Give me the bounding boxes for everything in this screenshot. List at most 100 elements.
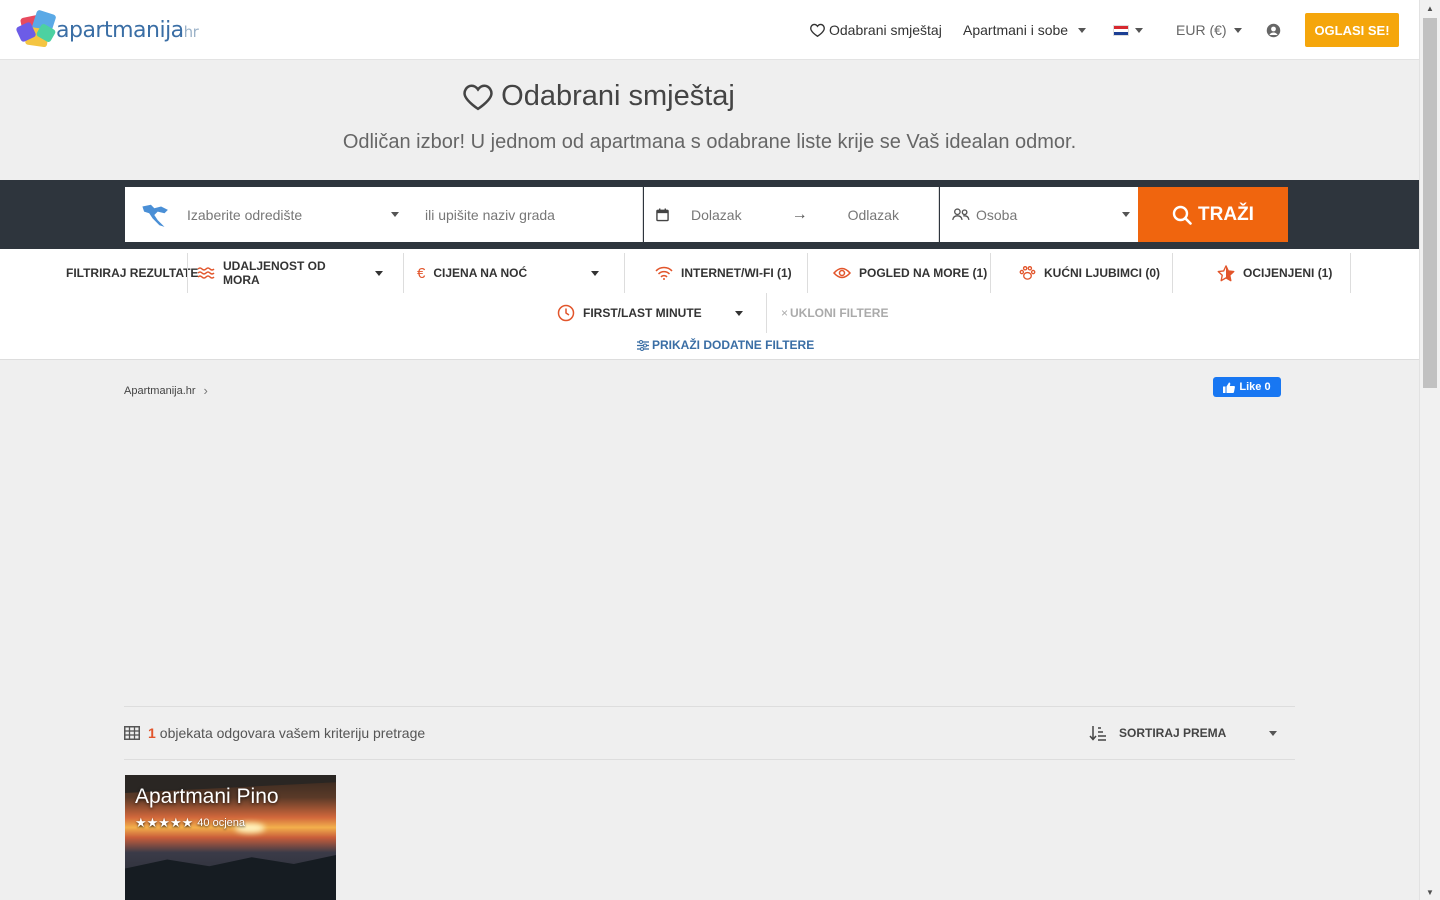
destination-search: Izaberite odredište ili upišite naziv gr… <box>125 187 643 242</box>
destination-select[interactable]: Izaberite odredište <box>187 207 387 223</box>
page-subtitle: Odličan izbor! U jednom od apartmana s o… <box>342 131 1077 153</box>
arrow-right-icon: → <box>791 205 808 223</box>
divider <box>124 706 1295 707</box>
sort-icon <box>1089 726 1106 741</box>
search-button[interactable]: TRAŽI <box>1138 187 1288 242</box>
sort-label: SORTIRAJ PREMA <box>1119 726 1227 740</box>
nav-favorites-label: Odabrani smještaj <box>829 22 942 38</box>
thumbs-up-icon <box>1223 382 1236 393</box>
divider <box>124 759 1295 760</box>
people-icon <box>952 208 970 221</box>
remove-filters-label: UKLONI FILTERE <box>790 306 889 320</box>
language-dropdown[interactable] <box>1113 0 1143 60</box>
scroll-up-icon[interactable]: ▲ <box>1420 0 1440 16</box>
results-count: 1 <box>148 725 156 741</box>
filter-internet-label: INTERNET/WI-FI (1) <box>681 266 792 280</box>
heart-icon <box>810 23 825 37</box>
wifi-icon <box>655 266 673 280</box>
arrival-date-input[interactable]: Dolazak <box>691 207 742 223</box>
departure-date-input[interactable]: Odlazak <box>848 207 899 223</box>
listing-card[interactable]: Apartmani Pino ★★★★★ 40 ocjena <box>125 775 336 900</box>
vertical-scrollbar[interactable]: ▲ ▼ <box>1419 0 1440 900</box>
chevron-down-icon <box>375 270 383 276</box>
filter-distance-label: UDALJENOST OD MORA <box>223 259 326 287</box>
user-account-button[interactable] <box>1266 0 1281 60</box>
logo-text: apartmanijahr <box>56 17 199 43</box>
filter-lastminute-dropdown[interactable]: FIRST/LAST MINUTE <box>557 293 743 333</box>
listing-name: Apartmani Pino <box>135 785 279 808</box>
chevron-down-icon <box>591 270 600 276</box>
filter-pets-label: KUĆNI LJUBIMCI (0) <box>1044 266 1160 280</box>
facebook-like-button[interactable]: Like 0 <box>1213 377 1281 397</box>
logo-mark-icon <box>15 9 60 50</box>
scrollbar-thumb[interactable] <box>1423 18 1437 388</box>
filter-rated[interactable]: OCIJENJENI (1) <box>1217 253 1332 293</box>
advertise-button[interactable]: OGLASI SE! <box>1305 13 1399 47</box>
chevron-down-icon <box>1135 27 1143 33</box>
star-icon <box>1217 264 1235 282</box>
listing-reviews: 40 ocjena <box>197 817 245 829</box>
nav-apartments-dropdown[interactable]: Apartmani i sobe <box>963 0 1087 60</box>
filter-internet[interactable]: INTERNET/WI-FI (1) <box>655 253 792 293</box>
eye-icon <box>833 267 851 279</box>
remove-filters-button[interactable]: × UKLONI FILTERE <box>781 293 888 333</box>
page-title: Odabrani smještaj <box>0 80 1198 113</box>
filter-seaview-label: POGLED NA MORE (1) <box>859 266 988 280</box>
persons-placeholder: Osoba <box>976 206 1018 223</box>
filter-bar: FILTRIRAJ REZULTATE UDALJENOST OD MORA €… <box>0 249 1419 360</box>
chevron-down-icon <box>1078 27 1087 33</box>
search-button-label: TRAŽI <box>1198 203 1254 225</box>
breadcrumb: Apartmanija.hr › <box>124 383 208 398</box>
search-icon <box>1172 205 1192 225</box>
breadcrumb-home-link[interactable]: Apartmanija.hr <box>124 385 196 397</box>
date-range-picker[interactable]: Dolazak → Odlazak <box>644 187 939 242</box>
scroll-down-icon[interactable]: ▼ <box>1420 884 1440 900</box>
results-summary: 1 objekata odgovara vašem kriteriju pret… <box>124 725 425 741</box>
calendar-icon <box>656 208 669 221</box>
filter-price-dropdown[interactable]: € CIJENA NA NOĆ <box>417 253 603 293</box>
waves-icon <box>197 266 215 280</box>
table-grid-icon <box>124 726 140 740</box>
site-header: apartmanijahr Odabrani smještaj Apartman… <box>0 0 1419 60</box>
heart-icon <box>463 83 493 110</box>
city-search-input[interactable]: ili upišite naziv grada <box>425 207 555 223</box>
listing-rating: ★★★★★ 40 ocjena <box>135 815 245 831</box>
results-text: objekata odgovara vašem kriteriju pretra… <box>159 725 426 741</box>
nav-apartments-label: Apartmani i sobe <box>963 22 1069 38</box>
clock-icon <box>557 304 575 322</box>
show-more-filters-label: PRIKAŽI DODATNE FILTERE <box>652 338 815 352</box>
chevron-down-icon <box>735 310 743 316</box>
chevron-down-icon <box>1269 730 1277 736</box>
filter-distance-dropdown[interactable]: UDALJENOST OD MORA <box>197 253 383 293</box>
currency-label: EUR (€) <box>1176 22 1227 38</box>
croatia-map-icon <box>142 204 168 227</box>
show-more-filters-link[interactable]: PRIKAŽI DODATNE FILTERE <box>637 338 814 352</box>
chevron-down-icon <box>1122 212 1130 217</box>
persons-select[interactable]: Osoba <box>940 187 1138 242</box>
filter-rated-label: OCIJENJENI (1) <box>1243 266 1333 280</box>
currency-dropdown[interactable]: EUR (€) <box>1176 0 1242 60</box>
rating-stars-icon: ★★★★★ <box>135 815 194 830</box>
page: apartmanijahr Odabrani smještaj Apartman… <box>0 0 1419 900</box>
chevron-right-icon: › <box>203 383 208 398</box>
filter-price-label: CIJENA NA NOĆ <box>433 266 528 280</box>
hr-flag-icon <box>1113 24 1129 36</box>
chevron-down-icon[interactable] <box>391 212 399 217</box>
chevron-down-icon <box>1233 27 1242 33</box>
sliders-icon <box>637 339 649 351</box>
facebook-like-label: Like 0 <box>1239 381 1271 393</box>
filter-pets[interactable]: KUĆNI LJUBIMCI (0) <box>1019 253 1160 293</box>
user-icon <box>1266 23 1281 37</box>
nav-favorites-link[interactable]: Odabrani smještaj <box>810 0 942 60</box>
site-logo[interactable]: apartmanijahr <box>15 9 199 50</box>
page-title-text: Odabrani smještaj <box>501 80 735 112</box>
close-icon: × <box>781 306 789 320</box>
euro-icon: € <box>417 264 426 282</box>
filter-title: FILTRIRAJ REZULTATE <box>66 266 199 280</box>
logo-tld: hr <box>183 22 199 41</box>
sort-dropdown[interactable]: SORTIRAJ PREMA <box>1089 722 1277 744</box>
destination-placeholder: Izaberite odredište <box>187 206 303 223</box>
paw-icon <box>1019 265 1036 281</box>
filter-lastminute-label: FIRST/LAST MINUTE <box>583 306 702 320</box>
filter-seaview[interactable]: POGLED NA MORE (1) <box>833 253 987 293</box>
